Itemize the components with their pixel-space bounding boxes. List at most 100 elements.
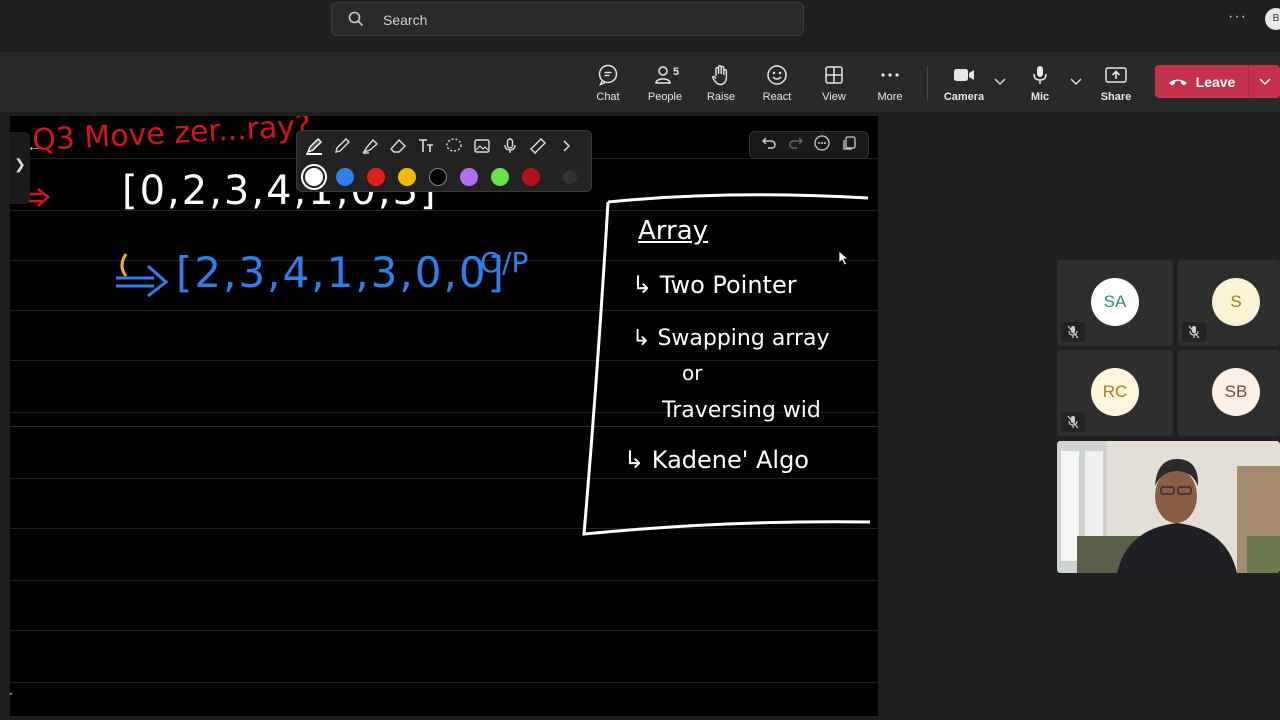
camera-button[interactable]: Camera <box>936 61 992 103</box>
mic-options-chevron-icon[interactable] <box>1070 75 1082 89</box>
avatar: S <box>1212 278 1260 326</box>
pencil-icon[interactable] <box>333 136 351 156</box>
box-item: ↳ Swapping array <box>632 326 830 351</box>
ruled-line <box>10 682 878 683</box>
react-icon <box>749 61 805 89</box>
share-label: Share <box>1100 91 1132 103</box>
color-swatch-purple[interactable] <box>460 168 478 186</box>
more-icon <box>862 61 918 89</box>
hooked-arrow-icon <box>116 253 169 298</box>
mic-icon[interactable] <box>501 136 519 156</box>
view-label: View <box>822 91 846 103</box>
stroke-size-icon[interactable] <box>563 170 577 184</box>
chevron-right-icon: ❯ <box>14 156 26 172</box>
redo-icon[interactable] <box>788 136 804 155</box>
share-icon <box>1088 61 1144 89</box>
concepts-box <box>582 193 871 536</box>
avatar: SB <box>1212 368 1260 416</box>
color-swatch-white[interactable] <box>301 164 327 190</box>
copy-icon[interactable] <box>841 135 857 156</box>
raise-label: Raise <box>706 91 736 103</box>
text-icon[interactable] <box>417 136 435 156</box>
people-icon <box>637 61 693 89</box>
cursor-icon <box>838 250 850 266</box>
search-box[interactable]: Search <box>331 2 804 36</box>
chat-icon <box>580 61 636 89</box>
avatar: RC <box>1091 368 1139 416</box>
camera-label: Camera <box>943 91 985 103</box>
people-count: 5 <box>673 66 680 78</box>
output-array: [2,3,4,1,3,0,0] <box>176 248 506 297</box>
color-swatch-blue[interactable] <box>336 168 354 186</box>
image-icon[interactable] <box>473 136 491 156</box>
box-item: ↳ Two Pointer <box>632 271 797 299</box>
mic-label: Mic <box>1030 91 1050 103</box>
mic-muted-icon <box>1061 322 1085 342</box>
mic-icon <box>1012 61 1068 89</box>
phone-hangup-icon <box>1168 74 1188 90</box>
share-button[interactable]: Share <box>1088 61 1144 103</box>
box-item-text: Kadene' Algo <box>651 446 809 474</box>
color-swatch-red[interactable] <box>367 168 385 186</box>
participant-tile[interactable]: S <box>1178 260 1280 346</box>
avatar: SA <box>1091 278 1139 326</box>
box-item: or <box>682 361 703 385</box>
add-page-icon[interactable]: + <box>10 684 13 705</box>
chat-button[interactable]: Chat <box>580 61 636 103</box>
view-grid-icon <box>806 61 862 89</box>
leave-button[interactable]: Leave <box>1155 65 1280 98</box>
whiteboard-canvas[interactable]: Q3 Move zer...ray? [0,2,3,4,1,0,3] [2,3,… <box>10 116 878 716</box>
more-options-icon[interactable]: ··· <box>1228 8 1247 26</box>
participant-tile[interactable]: SA <box>1057 260 1173 346</box>
leave-label: Leave <box>1195 73 1236 90</box>
top-bar: Search ··· B <box>0 0 1280 46</box>
more-label: More <box>877 91 903 103</box>
color-swatch-green[interactable] <box>491 168 509 186</box>
react-button[interactable]: React <box>749 61 805 103</box>
account-avatar[interactable]: B <box>1265 8 1280 30</box>
eraser-icon[interactable] <box>389 136 407 156</box>
people-label: People <box>647 91 683 103</box>
presenter-video[interactable] <box>1057 441 1280 573</box>
undo-icon[interactable] <box>761 136 777 155</box>
ruled-line <box>10 630 878 631</box>
color-swatch-yellow[interactable] <box>398 168 416 186</box>
chevron-right-icon[interactable] <box>557 136 575 156</box>
highlighter-icon[interactable] <box>361 136 379 156</box>
question-title: Q3 Move zer...ray? <box>31 116 312 159</box>
more-button[interactable]: More <box>862 61 918 103</box>
toolbar-divider <box>927 66 928 100</box>
box-item: Traversing wid <box>662 398 821 423</box>
box-item: ↳ Kadene' Algo <box>624 446 809 474</box>
color-swatch-dark-red[interactable] <box>522 168 540 186</box>
box-heading: Array <box>638 216 709 246</box>
box-item-text: Two Pointer <box>659 271 797 299</box>
react-label: React <box>762 91 792 103</box>
chat-label: Chat <box>596 91 620 103</box>
ruled-line <box>10 580 878 581</box>
output-label: O/P <box>480 246 529 279</box>
ruler-icon[interactable] <box>529 136 547 156</box>
lasso-icon[interactable] <box>445 136 463 156</box>
meeting-toolbar: Chat 5 People Raise React View More Came… <box>0 52 1280 112</box>
raise-hand-button[interactable]: Raise <box>693 61 749 103</box>
ink-toolbar <box>296 130 592 192</box>
pen-icon[interactable] <box>305 136 323 156</box>
raise-hand-icon <box>693 61 749 89</box>
mic-muted-icon <box>1061 412 1085 432</box>
presenter-video-frame <box>1057 441 1280 573</box>
mic-button[interactable]: Mic <box>1012 61 1068 103</box>
search-placeholder: Search <box>383 12 428 28</box>
view-button[interactable]: View <box>806 61 862 103</box>
participant-tile[interactable]: RC <box>1057 350 1173 436</box>
board-actions <box>749 131 869 159</box>
color-swatch-black[interactable] <box>429 168 447 186</box>
mic-muted-icon <box>1182 322 1206 342</box>
more-options-icon[interactable] <box>814 134 830 156</box>
back-arrow-icon[interactable]: ← <box>27 138 41 154</box>
leave-options-chevron-icon[interactable] <box>1249 73 1280 91</box>
search-icon <box>348 11 364 32</box>
participant-tile[interactable]: SB <box>1178 350 1280 436</box>
people-button[interactable]: 5 People <box>637 61 693 103</box>
camera-options-chevron-icon[interactable] <box>994 75 1006 89</box>
